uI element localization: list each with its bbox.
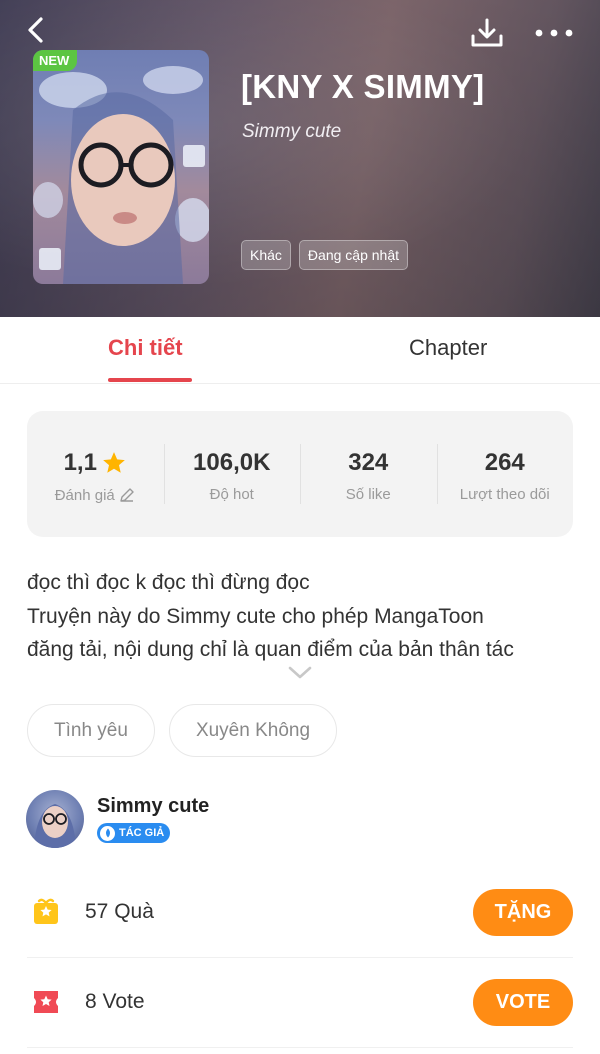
- more-options-icon[interactable]: [532, 18, 576, 48]
- stat-hot: 106,0K Độ hot: [163, 411, 301, 537]
- download-icon[interactable]: [468, 14, 506, 52]
- tab-chapter[interactable]: Chapter: [409, 335, 487, 361]
- hero-header: NEW [KNY X SIMMY] Simmy cute Khác Đang c…: [0, 0, 600, 317]
- vote-count: 8 Vote: [85, 990, 145, 1014]
- vote-button[interactable]: VOTE: [473, 979, 573, 1026]
- stats-card: 1,1 Đánh giá 106,0K Độ hot 324 Số like 2…: [27, 411, 573, 537]
- genre-tags: Tình yêu Xuyên Không: [27, 704, 338, 757]
- new-badge: NEW: [33, 50, 78, 71]
- description-line: đọc thì đọc k đọc thì đừng đọc: [27, 571, 310, 594]
- description-line: đăng tải, nội dung chỉ là quan điểm của …: [27, 638, 514, 661]
- hot-value: 106,0K: [193, 449, 271, 476]
- author-avatar[interactable]: [26, 790, 84, 848]
- avatar-illustration: [34, 804, 76, 848]
- edit-pencil-icon[interactable]: [118, 486, 136, 504]
- vote-row: 8 Vote VOTE: [27, 958, 573, 1048]
- genre-tag[interactable]: Tình yêu: [27, 704, 155, 757]
- star-icon: [103, 452, 125, 473]
- vote-count-value: 8: [85, 990, 97, 1013]
- gift-icon: [34, 898, 58, 924]
- active-tab-indicator: [108, 378, 192, 382]
- give-gift-button[interactable]: TẶNG: [473, 889, 573, 936]
- back-arrow-icon[interactable]: [22, 14, 54, 46]
- followers-label: Lượt theo dõi: [459, 486, 550, 503]
- tag-category: Khác: [241, 240, 291, 270]
- cover-image[interactable]: NEW: [33, 50, 209, 284]
- hero-tags: Khác Đang cập nhật: [241, 240, 408, 270]
- author-name[interactable]: Simmy cute: [97, 795, 209, 818]
- stat-rating[interactable]: 1,1 Đánh giá: [27, 411, 164, 537]
- author-badge-label: TÁC GIẢ: [119, 827, 165, 839]
- vote-ticket-icon: [34, 991, 58, 1013]
- likes-value: 324: [348, 449, 389, 476]
- comic-title: [KNY X SIMMY]: [241, 68, 485, 105]
- description[interactable]: đọc thì đọc k đọc thì đừng đọc Truyện nà…: [27, 566, 577, 667]
- cover-illustration: [33, 66, 209, 284]
- vote-count-label: Vote: [102, 990, 145, 1013]
- rating-value: 1,1: [63, 449, 97, 476]
- comic-author[interactable]: Simmy cute: [242, 121, 341, 143]
- quill-icon: [100, 825, 115, 841]
- gift-count-value: 57: [85, 900, 109, 923]
- author-role-badge: TÁC GIẢ: [97, 823, 171, 843]
- tab-details[interactable]: Chi tiết: [108, 335, 183, 361]
- description-line: Truyện này do Simmy cute cho phép MangaT…: [27, 604, 484, 628]
- hot-label: Độ hot: [209, 486, 254, 503]
- tag-status: Đang cập nhật: [298, 240, 408, 270]
- genre-tag[interactable]: Xuyên Không: [168, 704, 338, 757]
- likes-label: Số like: [345, 486, 391, 503]
- expand-chevron-icon[interactable]: [287, 665, 313, 681]
- rating-label: Đánh giá: [54, 486, 115, 504]
- gift-row: 57 Quà TẶNG: [27, 868, 573, 958]
- stat-followers: 264 Lượt theo dõi: [436, 411, 574, 537]
- gift-count-label: Quà: [114, 900, 154, 923]
- gift-count: 57 Quà: [85, 900, 154, 924]
- stat-likes: 324 Số like: [300, 411, 437, 537]
- tab-bar: Chi tiết Chapter: [0, 317, 600, 384]
- followers-value: 264: [484, 449, 525, 476]
